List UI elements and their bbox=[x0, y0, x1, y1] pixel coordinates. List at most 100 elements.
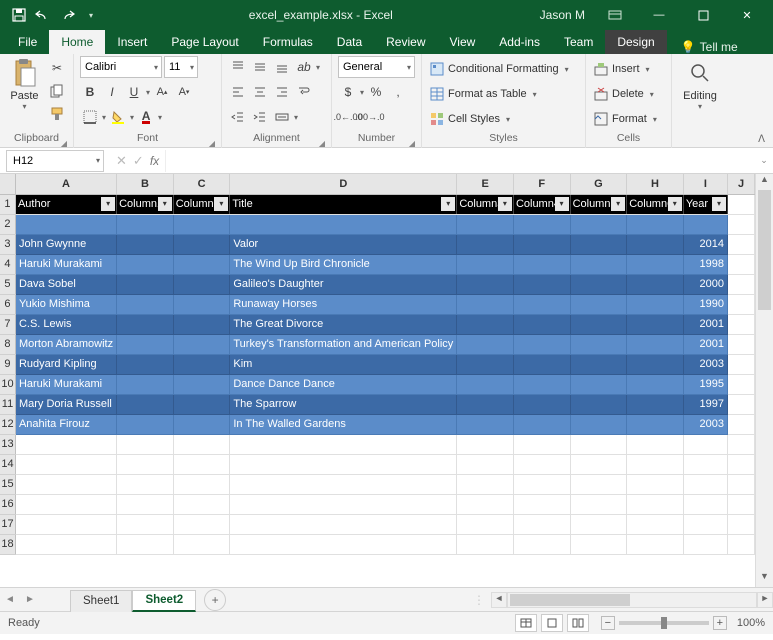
horizontal-scrollbar[interactable] bbox=[507, 592, 757, 608]
vscroll-thumb[interactable] bbox=[758, 190, 771, 310]
cell[interactable]: 2003 bbox=[683, 354, 727, 374]
cell[interactable] bbox=[683, 214, 727, 234]
cut-icon[interactable]: ✂ bbox=[47, 58, 67, 78]
cell[interactable] bbox=[728, 194, 755, 214]
tab-formulas[interactable]: Formulas bbox=[251, 30, 325, 54]
cell[interactable] bbox=[173, 374, 230, 394]
cell[interactable]: 1990 bbox=[683, 294, 727, 314]
cell[interactable] bbox=[457, 494, 514, 514]
col-header-C[interactable]: C bbox=[173, 174, 230, 194]
cell[interactable] bbox=[683, 514, 727, 534]
clipboard-launcher-icon[interactable]: ◢ bbox=[61, 139, 67, 148]
cell[interactable] bbox=[570, 374, 627, 394]
merge-center-icon[interactable] bbox=[272, 107, 292, 127]
cell[interactable] bbox=[457, 214, 514, 234]
format-cells-button[interactable]: Format▾ bbox=[592, 108, 665, 130]
row-header-5[interactable]: 5 bbox=[0, 274, 15, 294]
cell[interactable] bbox=[728, 454, 755, 474]
cell[interactable] bbox=[728, 354, 755, 374]
cell[interactable]: Valor bbox=[230, 234, 457, 254]
cell[interactable] bbox=[728, 314, 755, 334]
table-header-cell[interactable]: Column2▾ bbox=[173, 194, 230, 214]
cell[interactable] bbox=[230, 214, 457, 234]
tab-review[interactable]: Review bbox=[374, 30, 437, 54]
row-header-3[interactable]: 3 bbox=[0, 234, 15, 254]
cell[interactable] bbox=[513, 374, 570, 394]
col-header-I[interactable]: I bbox=[683, 174, 727, 194]
row-header-6[interactable]: 6 bbox=[0, 294, 15, 314]
save-icon[interactable] bbox=[8, 4, 30, 26]
cell[interactable] bbox=[230, 514, 457, 534]
cell[interactable] bbox=[728, 514, 755, 534]
cell[interactable] bbox=[457, 454, 514, 474]
tab-view[interactable]: View bbox=[438, 30, 488, 54]
cell[interactable] bbox=[627, 294, 684, 314]
view-page-layout-icon[interactable] bbox=[541, 614, 563, 632]
tab-team[interactable]: Team bbox=[552, 30, 605, 54]
col-header-E[interactable]: E bbox=[457, 174, 514, 194]
cell[interactable] bbox=[627, 314, 684, 334]
cell[interactable] bbox=[627, 334, 684, 354]
number-launcher-icon[interactable]: ◢ bbox=[409, 139, 415, 148]
cell[interactable] bbox=[15, 474, 116, 494]
editing-button[interactable]: Editing ▾ bbox=[678, 56, 722, 111]
cancel-formula-icon[interactable]: ✕ bbox=[116, 153, 127, 169]
cell[interactable] bbox=[457, 534, 514, 554]
tab-file[interactable]: File bbox=[6, 30, 49, 54]
accounting-format-icon[interactable]: $ bbox=[338, 82, 358, 102]
table-header-cell[interactable]: Column5▾ bbox=[570, 194, 627, 214]
filter-dropdown-icon[interactable]: ▾ bbox=[214, 197, 228, 211]
underline-button[interactable]: U bbox=[124, 82, 144, 102]
cell[interactable] bbox=[627, 374, 684, 394]
insert-cells-button[interactable]: Insert▾ bbox=[592, 58, 665, 80]
cell[interactable] bbox=[117, 254, 174, 274]
tab-home[interactable]: Home bbox=[49, 30, 105, 54]
cell[interactable] bbox=[513, 214, 570, 234]
cell[interactable] bbox=[570, 334, 627, 354]
decrease-indent-icon[interactable] bbox=[228, 107, 248, 127]
hscroll-thumb[interactable] bbox=[510, 594, 630, 606]
cell[interactable] bbox=[117, 434, 174, 454]
cell[interactable] bbox=[173, 334, 230, 354]
merge-dropdown-icon[interactable]: ▾ bbox=[294, 113, 298, 122]
row-header-10[interactable]: 10 bbox=[0, 374, 15, 394]
increase-font-icon[interactable]: A▴ bbox=[152, 82, 172, 102]
cell[interactable] bbox=[173, 494, 230, 514]
cell[interactable] bbox=[627, 514, 684, 534]
cell[interactable] bbox=[173, 234, 230, 254]
cell[interactable]: The Great Divorce bbox=[230, 314, 457, 334]
cell[interactable] bbox=[513, 434, 570, 454]
cell[interactable] bbox=[173, 294, 230, 314]
cell[interactable]: Runaway Horses bbox=[230, 294, 457, 314]
cell[interactable] bbox=[728, 334, 755, 354]
table-header-cell[interactable]: Column3▾ bbox=[457, 194, 514, 214]
cell[interactable] bbox=[117, 314, 174, 334]
cell[interactable] bbox=[173, 214, 230, 234]
cell[interactable] bbox=[117, 374, 174, 394]
cell[interactable] bbox=[570, 314, 627, 334]
cell[interactable] bbox=[728, 474, 755, 494]
enter-formula-icon[interactable]: ✓ bbox=[133, 153, 144, 169]
conditional-formatting-button[interactable]: Conditional Formatting▾ bbox=[428, 58, 579, 80]
tab-split-handle[interactable]: ⋮ bbox=[467, 593, 491, 607]
formula-input[interactable] bbox=[165, 150, 755, 172]
cell[interactable] bbox=[173, 254, 230, 274]
font-size-combo[interactable]: 11 bbox=[164, 56, 198, 78]
col-header-G[interactable]: G bbox=[570, 174, 627, 194]
hscroll-left-icon[interactable]: ◄ bbox=[491, 592, 507, 608]
cell[interactable] bbox=[230, 494, 457, 514]
cell[interactable] bbox=[457, 294, 514, 314]
cell[interactable]: Galileo's Daughter bbox=[230, 274, 457, 294]
borders-dropdown-icon[interactable]: ▾ bbox=[102, 113, 106, 122]
cell[interactable] bbox=[513, 454, 570, 474]
scroll-down-icon[interactable]: ▼ bbox=[756, 571, 773, 587]
zoom-slider[interactable] bbox=[619, 621, 709, 625]
minimize-icon[interactable]: — bbox=[637, 0, 681, 30]
cell[interactable] bbox=[117, 454, 174, 474]
cell[interactable] bbox=[457, 254, 514, 274]
vertical-scrollbar[interactable]: ▲ ▼ bbox=[755, 174, 773, 587]
select-all-corner[interactable] bbox=[0, 174, 15, 194]
cell[interactable] bbox=[570, 414, 627, 434]
row-header-4[interactable]: 4 bbox=[0, 254, 15, 274]
cell[interactable] bbox=[627, 354, 684, 374]
